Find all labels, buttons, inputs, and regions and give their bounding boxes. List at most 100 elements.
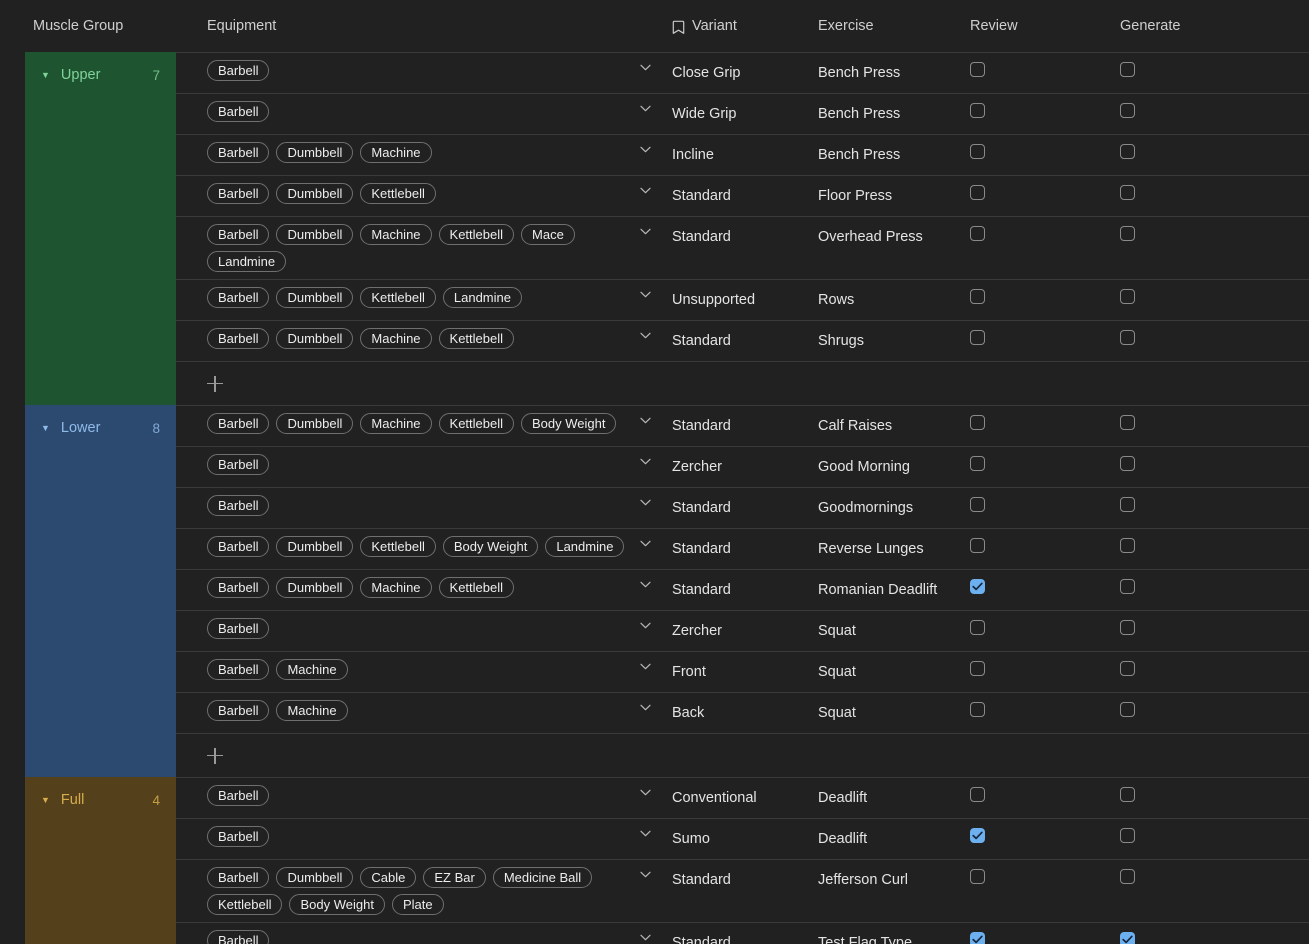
plus-icon[interactable] (207, 375, 223, 392)
equipment-dropdown-toggle[interactable] (640, 529, 670, 547)
equipment-pill[interactable]: Barbell (207, 930, 270, 944)
variant-cell[interactable]: Standard (670, 860, 816, 900)
review-checkbox[interactable] (970, 415, 985, 430)
exercise-cell[interactable]: Reverse Lunges (816, 529, 968, 569)
review-cell[interactable] (968, 135, 1118, 168)
review-cell[interactable] (968, 611, 1118, 644)
generate-cell[interactable] (1118, 778, 1268, 811)
chevron-down-icon[interactable] (640, 332, 651, 339)
review-checkbox[interactable] (970, 661, 985, 676)
exercise-cell[interactable]: Deadlift (816, 778, 968, 818)
variant-cell[interactable]: Standard (670, 176, 816, 216)
generate-checkbox[interactable] (1120, 787, 1135, 802)
exercise-cell[interactable]: Floor Press (816, 176, 968, 216)
generate-checkbox[interactable] (1120, 579, 1135, 594)
variant-cell[interactable]: Sumo (670, 819, 816, 859)
chevron-down-icon[interactable] (640, 704, 651, 711)
generate-cell[interactable] (1118, 53, 1268, 86)
equipment-cell[interactable]: Barbell Machine (176, 652, 640, 687)
equipment-pill[interactable]: Barbell (207, 577, 270, 598)
equipment-dropdown-toggle[interactable] (640, 923, 670, 941)
generate-cell[interactable] (1118, 488, 1268, 521)
exercise-cell[interactable]: Overhead Press (816, 217, 968, 257)
collapse-caret-icon[interactable]: ▼ (41, 70, 50, 80)
variant-cell[interactable]: Zercher (670, 611, 816, 651)
table-row[interactable]: Barbell Dumbbell Cable EZ Bar Medicine Ball K… (176, 859, 1309, 922)
review-checkbox[interactable] (970, 702, 985, 717)
equipment-pill[interactable]: Landmine (545, 536, 625, 557)
table-row[interactable]: Barbell Sumo Deadlift (176, 818, 1309, 859)
equipment-pill[interactable]: Dumbbell (276, 287, 354, 308)
review-checkbox[interactable] (970, 226, 985, 241)
generate-checkbox[interactable] (1120, 661, 1135, 676)
review-cell[interactable] (968, 53, 1118, 86)
generate-checkbox[interactable] (1120, 144, 1135, 159)
equipment-pill[interactable]: Barbell (207, 659, 270, 680)
equipment-pill[interactable]: Dumbbell (276, 413, 354, 434)
review-cell[interactable] (968, 217, 1118, 250)
equipment-dropdown-toggle[interactable] (640, 819, 670, 837)
generate-cell[interactable] (1118, 447, 1268, 480)
generate-cell[interactable] (1118, 923, 1268, 944)
equipment-dropdown-toggle[interactable] (640, 778, 670, 796)
exercise-cell[interactable]: Jefferson Curl (816, 860, 968, 900)
equipment-pill[interactable]: Medicine Ball (492, 867, 593, 888)
variant-cell[interactable]: Front (670, 652, 816, 692)
equipment-pill[interactable]: Body Weight (521, 413, 617, 434)
variant-cell[interactable]: Close Grip (670, 53, 816, 93)
generate-cell[interactable] (1118, 280, 1268, 313)
equipment-pill[interactable]: EZ Bar (423, 867, 486, 888)
equipment-pill[interactable]: Kettlebell (360, 183, 436, 204)
table-row[interactable]: Barbell Machine Front Squat (176, 651, 1309, 692)
equipment-cell[interactable]: Barbell (176, 778, 640, 813)
review-cell[interactable] (968, 176, 1118, 209)
column-header-muscle-group[interactable]: Muscle Group (25, 18, 176, 34)
table-row[interactable]: Barbell Dumbbell Kettlebell Standard Floor P… (176, 175, 1309, 216)
chevron-down-icon[interactable] (640, 187, 651, 194)
review-checkbox[interactable] (970, 828, 985, 843)
column-header-generate[interactable]: Generate (1118, 18, 1268, 34)
review-checkbox[interactable] (970, 330, 985, 345)
variant-cell[interactable]: Conventional (670, 778, 816, 818)
plus-icon[interactable] (207, 747, 223, 764)
table-row[interactable]: Barbell Standard Goodmornings (176, 487, 1309, 528)
exercise-cell[interactable]: Rows (816, 280, 968, 320)
column-header-exercise[interactable]: Exercise (816, 18, 968, 34)
variant-cell[interactable]: Incline (670, 135, 816, 175)
chevron-down-icon[interactable] (640, 146, 651, 153)
equipment-pill[interactable]: Barbell (207, 328, 270, 349)
chevron-down-icon[interactable] (640, 789, 651, 796)
chevron-down-icon[interactable] (640, 871, 651, 878)
generate-cell[interactable] (1118, 860, 1268, 893)
equipment-pill[interactable]: Kettlebell (438, 224, 515, 245)
review-cell[interactable] (968, 321, 1118, 354)
equipment-cell[interactable]: Barbell (176, 819, 640, 854)
equipment-dropdown-toggle[interactable] (640, 570, 670, 588)
equipment-pill[interactable]: Barbell (207, 495, 270, 516)
equipment-dropdown-toggle[interactable] (640, 488, 670, 506)
equipment-dropdown-toggle[interactable] (640, 860, 670, 878)
equipment-dropdown-toggle[interactable] (640, 53, 670, 71)
exercise-cell[interactable]: Bench Press (816, 94, 968, 134)
equipment-pill[interactable]: Machine (360, 328, 432, 349)
equipment-dropdown-toggle[interactable] (640, 94, 670, 112)
review-cell[interactable] (968, 652, 1118, 685)
chevron-down-icon[interactable] (640, 228, 651, 235)
column-header-equipment[interactable]: Equipment (176, 18, 640, 34)
column-header-variant[interactable]: Variant (670, 18, 816, 34)
generate-cell[interactable] (1118, 135, 1268, 168)
muscle-group-cell-full[interactable]: ▼ Full 4 (25, 777, 176, 944)
review-checkbox[interactable] (970, 103, 985, 118)
equipment-pill[interactable]: Landmine (442, 287, 522, 308)
equipment-pill[interactable]: Landmine (207, 251, 287, 272)
generate-cell[interactable] (1118, 529, 1268, 562)
table-row[interactable]: Barbell Dumbbell Machine Kettlebell Mace Land… (176, 216, 1309, 279)
review-checkbox[interactable] (970, 579, 985, 594)
table-row[interactable]: Barbell Zercher Good Morning (176, 446, 1309, 487)
table-row[interactable]: Barbell StandardTest Flag Type Change (176, 922, 1309, 944)
equipment-dropdown-toggle[interactable] (640, 406, 670, 424)
generate-checkbox[interactable] (1120, 497, 1135, 512)
table-row[interactable]: Barbell Dumbbell Kettlebell Landmine Unsuppo… (176, 279, 1309, 320)
review-cell[interactable] (968, 819, 1118, 852)
exercise-cell[interactable]: Test Flag Type Change (816, 923, 968, 944)
